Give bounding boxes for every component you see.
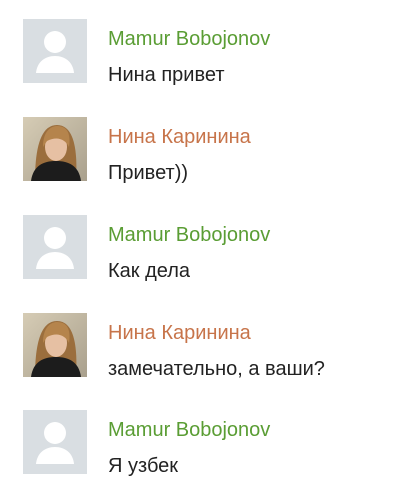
message-text: замечательно, а ваши? — [108, 358, 325, 380]
message-item: Нина Каринина Привет)) — [0, 117, 400, 207]
chat-message-list: Mamur Bobojonov Нина привет Нина Каринин… — [0, 0, 400, 502]
message-text: Привет)) — [108, 162, 189, 184]
default-user-avatar-icon[interactable] — [23, 215, 87, 279]
message-item: Нина Каринина замечательно, а ваши? — [0, 313, 400, 403]
user-photo-avatar[interactable] — [23, 117, 87, 181]
message-author-link[interactable]: Нина Каринина — [108, 125, 251, 149]
message-author-link[interactable]: Mamur Bobojonov — [108, 418, 270, 442]
message-author-link[interactable]: Нина Каринина — [108, 321, 251, 345]
message-text: Нина привет — [108, 64, 225, 86]
default-user-avatar-icon[interactable] — [23, 410, 87, 474]
message-item: Mamur Bobojonov Я узбек — [0, 410, 400, 500]
message-item: Mamur Bobojonov Нина привет — [0, 19, 400, 109]
message-author-link[interactable]: Mamur Bobojonov — [108, 223, 270, 247]
message-item: Mamur Bobojonov Как дела — [0, 215, 400, 305]
message-text: Как дела — [108, 260, 191, 282]
user-photo-avatar[interactable] — [23, 313, 87, 377]
message-text: Я узбек — [108, 455, 179, 477]
default-user-avatar-icon[interactable] — [23, 19, 87, 83]
message-author-link[interactable]: Mamur Bobojonov — [108, 27, 270, 51]
